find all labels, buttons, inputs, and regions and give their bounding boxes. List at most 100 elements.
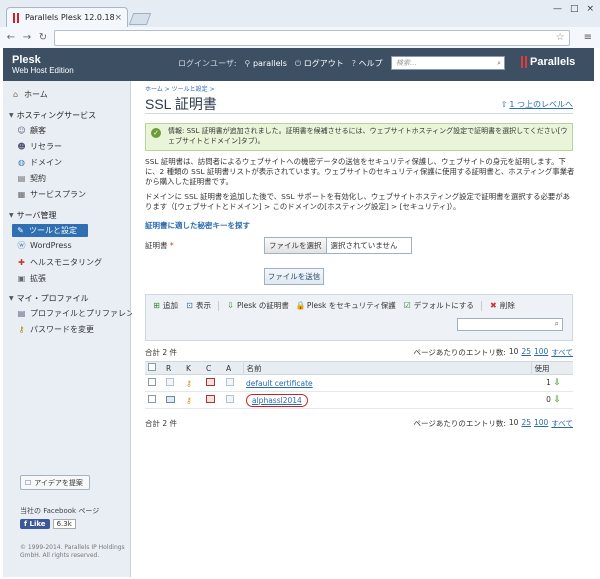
sidebar-item-label: WordPress [30, 241, 72, 250]
column-c-header[interactable]: C [203, 361, 223, 375]
globe-icon: ◍ [18, 158, 25, 167]
search-icon[interactable]: ⌕ [497, 57, 501, 69]
list-search-input[interactable]: ⌕ [457, 318, 563, 331]
choose-file-button[interactable]: ファイルを選択 [265, 238, 327, 253]
sidebar-item-profile-preferences[interactable]: ▤ プロファイルとプリファレンス [17, 308, 142, 319]
browser-chrome: Parallels Plesk 12.0.18 × — □ × ← → ↻ ☆ … [0, 0, 600, 48]
sidebar-item-extensions[interactable]: ▣ 拡張 [17, 273, 46, 284]
cell-a [223, 374, 243, 392]
sidebar-item-label: リセラー [30, 142, 62, 151]
up-level-link[interactable]: ⇧ 1 つ上のレベルへ [501, 99, 573, 110]
plesk-cert-button[interactable]: ⇩ Plesk の証明書 [226, 300, 289, 311]
certificate-file-input[interactable]: ファイルを選択 選択されていません [264, 237, 412, 254]
row-checkbox[interactable] [148, 378, 156, 386]
window-close-icon[interactable]: × [586, 4, 594, 14]
forward-icon[interactable]: → [22, 32, 32, 43]
view-button[interactable]: ⊡ 表示 [185, 300, 211, 311]
sidebar-item-change-password[interactable]: ⚷ パスワードを変更 [17, 324, 94, 335]
logout-link[interactable]: ⏻ ログアウト [295, 58, 344, 69]
row-checkbox[interactable] [148, 395, 156, 403]
facebook-icon: f [24, 520, 28, 528]
login-label: ログインユーザ: [178, 59, 237, 68]
info-message-text: 情報: SSL 証明書が追加されました。証明書を候補させるには、ウェブサイトホス… [168, 127, 568, 145]
sidebar-item-subscriptions[interactable]: ▤ 契約 [17, 173, 46, 184]
maximize-icon[interactable]: □ [570, 4, 579, 14]
column-a-header[interactable]: A [223, 361, 243, 375]
help-label: ヘルプ [358, 59, 383, 68]
ca-empty-icon [226, 378, 234, 386]
sidebar-head-server[interactable]: ▼ サーバ管理 [9, 210, 57, 221]
browser-tab[interactable]: Parallels Plesk 12.0.18 × [6, 7, 128, 27]
per-page-selector-bottom: ページあたりのエントリ数: 10 25 100 すべて [414, 418, 574, 429]
new-tab-button[interactable] [128, 13, 152, 25]
per-page-option-all[interactable]: すべて [551, 347, 573, 358]
suggest-idea-button[interactable]: ☐ アイデアを提案 [20, 475, 90, 490]
per-page-option-100[interactable]: 100 [534, 418, 548, 429]
key-icon: ⚷ [18, 325, 25, 334]
search-icon[interactable]: ⌕ [555, 319, 559, 329]
column-k-header[interactable]: K [183, 361, 203, 375]
per-page-option-100[interactable]: 100 [534, 347, 548, 358]
sidebar-head-label: マイ・プロファイル [16, 294, 89, 303]
facebook-like-button[interactable]: f Like [20, 519, 50, 529]
set-default-button[interactable]: ☑ デフォルトにする [403, 300, 474, 311]
parallels-favicon-icon [13, 12, 21, 23]
sidebar-item-resellers[interactable]: ☻ リセラー [17, 141, 62, 152]
download-arrow-icon[interactable]: ⇩ [553, 378, 561, 388]
per-page-option-25[interactable]: 25 [521, 347, 531, 358]
address-bar[interactable]: ☆ [54, 29, 570, 46]
sidebar-item-health-monitoring[interactable]: ✚ ヘルスモニタリング [17, 257, 102, 268]
sidebar-head-hosting[interactable]: ▼ ホスティングサービス [9, 110, 96, 121]
table-header-row: R K C A 名前 使用 [145, 361, 573, 375]
health-icon: ✚ [18, 258, 25, 267]
select-all-checkbox[interactable] [148, 363, 156, 371]
checkbox-default-icon: ☑ [403, 301, 411, 310]
toolbar-divider [218, 300, 219, 311]
add-label: 追加 [163, 301, 178, 310]
per-page-option-10[interactable]: 10 [509, 347, 519, 358]
cell-k: ⚷ [183, 391, 203, 409]
per-page-selector-top: ページあたりのエントリ数: 10 25 100 すべて [414, 347, 574, 358]
sidebar-head-profile[interactable]: ▼ マイ・プロファイル [9, 293, 89, 304]
header-search-input[interactable]: 検索... ⌕ [391, 56, 505, 70]
back-icon[interactable]: ← [6, 32, 16, 43]
column-usage-header[interactable]: 使用 [530, 361, 573, 375]
sidebar-item-label: 顧客 [30, 126, 46, 135]
sidebar-item-service-plans[interactable]: ▦ サービスプラン [17, 189, 86, 200]
reload-icon[interactable]: ↻ [38, 32, 48, 43]
sidebar-item-label: 契約 [30, 174, 46, 183]
per-page-option-all[interactable]: すべて [551, 418, 573, 429]
sidebar-item-home[interactable]: ⌂ ホーム [11, 89, 48, 100]
help-link[interactable]: ? ヘルプ [352, 58, 383, 69]
bookmark-star-icon[interactable]: ☆ [556, 32, 565, 43]
service-plan-icon: ▦ [17, 190, 26, 199]
certificate-name-link[interactable]: alphassl2014 [246, 393, 308, 407]
minimize-icon[interactable]: — [553, 4, 562, 14]
submit-file-button[interactable]: ファイルを送信 [264, 268, 324, 285]
tab-close-icon[interactable]: × [114, 13, 122, 23]
collapse-triangle-icon: ▼ [9, 212, 14, 219]
column-name-header[interactable]: 名前 [242, 361, 531, 375]
user-link[interactable]: ⚲ parallels [245, 59, 287, 68]
sidebar-item-tools-settings[interactable]: ✎ ツールと設定 [12, 224, 88, 237]
list-toolbar: ⊞ 追加 ⊡ 表示 ⇩ Plesk の証明書 🔒 Plesk をセキュリティ保護 ☑ デフ… [145, 294, 573, 341]
secure-plesk-button[interactable]: 🔒 Plesk をセキュリティ保護 [296, 300, 396, 311]
username: parallels [252, 59, 287, 68]
download-arrow-icon[interactable]: ⇩ [553, 395, 561, 405]
add-button[interactable]: ⊞ 追加 [152, 300, 178, 311]
facebook-like-widget[interactable]: f Like 6.3k [20, 519, 76, 529]
sidebar-item-wordpress[interactable]: ⓦ WordPress [17, 241, 72, 250]
per-page-option-10[interactable]: 10 [509, 418, 519, 429]
column-r-header[interactable]: R [163, 361, 183, 375]
find-private-key-label[interactable]: 証明書に適した秘密キーを探す [145, 220, 250, 231]
breadcrumb[interactable]: ホーム > ツールと設定 > [145, 84, 215, 93]
sidebar-item-domains[interactable]: ◍ ドメイン [17, 157, 62, 168]
per-page-option-25[interactable]: 25 [521, 418, 531, 429]
required-mark: * [169, 241, 174, 250]
subscription-icon: ▤ [17, 174, 26, 183]
certificate-name-link[interactable]: default certificate [246, 379, 313, 388]
browser-menu-icon[interactable]: ≡ [584, 32, 592, 43]
delete-x-icon: ✖ [489, 301, 497, 310]
sidebar-item-customers[interactable]: ☺ 顧客 [17, 125, 46, 136]
delete-button[interactable]: ✖ 削除 [489, 300, 515, 311]
